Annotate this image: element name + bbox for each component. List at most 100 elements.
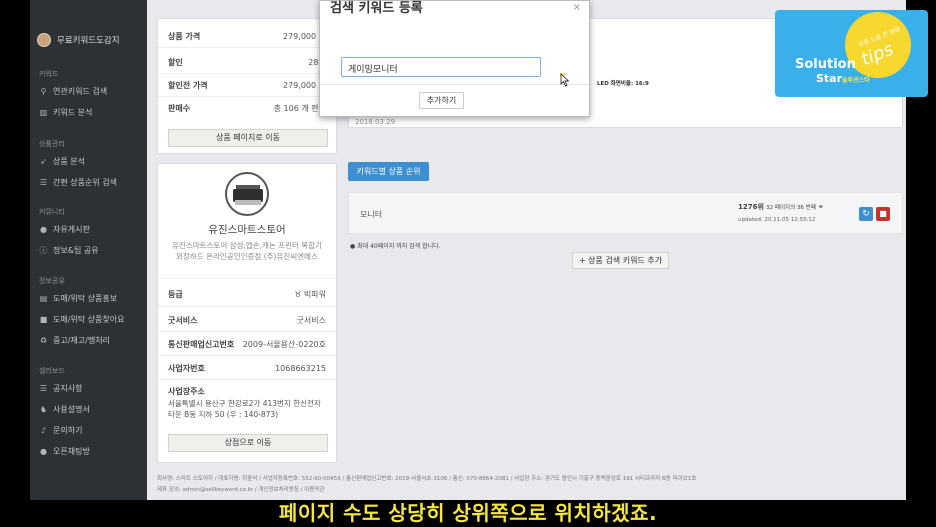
row-key: 굿서비스 [168, 316, 198, 325]
sidebar-section-title: 커뮤니티 [39, 208, 65, 216]
sidebar-item-label: 자유게시판 [53, 225, 90, 234]
sidebar-item-wholesale-find[interactable]: ■ 도매/위탁 상품찾아요 [39, 314, 125, 325]
list-icon: ☰ [39, 384, 48, 393]
sidebar-item-product-analysis[interactable]: ➶ 상품 분석 [39, 156, 85, 167]
sidebar-item-related-keyword[interactable]: ⚲ 연관키워드 검색 [39, 86, 108, 97]
sidebar-item-label: 키워드 분석 [53, 108, 93, 117]
sidebar-item-label: 상품 분석 [53, 157, 85, 166]
store-page-button[interactable]: 상점으로 이동 [168, 434, 328, 452]
row-value: 2009-서울용산-0220호 [242, 340, 326, 349]
divider [158, 331, 336, 332]
row-key: 할인 [168, 58, 183, 67]
add-button[interactable]: 추가하기 [419, 92, 464, 109]
row-key: 할인전 가격 [168, 81, 208, 90]
keyword-rank-row: 모니터 1276위 32 페이지의 36 번째 ⚭ updated: 20.11… [348, 192, 903, 234]
sidebar-section-title: 셀러보드 [39, 367, 65, 375]
sidebar: 무료키워드도감지 키워드 ⚲ 연관키워드 검색 ▥ 키워드 분석 상품관리 ➶ 상품 … [30, 0, 147, 500]
comments-icon: ● [40, 225, 47, 234]
logo-star-small: 솔루션스타 [842, 77, 870, 84]
trash-icon[interactable]: ■ [876, 207, 890, 221]
store-row: 굿서비스 굿서비스 [168, 315, 326, 326]
footer: 회사명: 스마트 스토어지 / 대표자명: 최윤석 / 사업자등록번호: 552… [147, 474, 906, 500]
refresh-icon[interactable]: ↻ [859, 207, 873, 221]
store-icon: ▤ [39, 294, 48, 303]
logo-star-text: Star솔루션스타 [816, 72, 870, 85]
store-row: 사업자번호 1068663215 [168, 363, 326, 374]
divider [158, 306, 336, 307]
badge-icon: ♉ [294, 290, 304, 299]
row-value: 1068663215 [275, 364, 326, 373]
sidebar-item-open-chat[interactable]: ● 오픈채팅방 [39, 446, 90, 457]
sidebar-item-free-board[interactable]: ● 자유게시판 [39, 224, 90, 235]
sidebar-item-wholesale-promo[interactable]: ▤ 도매/위탁 상품홍보 [39, 293, 117, 304]
sidebar-item-rank-search[interactable]: ☰ 간편 상품순위 검색 [39, 177, 117, 188]
product-info-card: 상품 가격 279,000 원 할인 28% 할인전 가격 279,000 원 판매수… [157, 18, 337, 154]
register-date: 2018.03.29 [355, 118, 396, 126]
rocket-icon: ➶ [40, 157, 47, 166]
note-text: 최대 40페이지 까지 검색 합니다. [357, 243, 441, 250]
sidebar-item-label: 사용설명서 [53, 405, 90, 414]
product-row: 상품 가격 279,000 원 [168, 31, 326, 42]
microphone-icon: ♪ [40, 426, 47, 435]
logo-star-word: Star [816, 72, 843, 85]
divider [158, 96, 336, 97]
row-key: 판매수 [168, 104, 191, 113]
store-logo [225, 172, 269, 216]
sidebar-item-inquiry[interactable]: ♪ 문의하기 [39, 425, 83, 436]
sidebar-item-manual[interactable]: ♞ 사용설명서 [39, 404, 90, 415]
store-row: 등급 ♉ 빅파워 [168, 289, 326, 300]
product-row: 판매수 총 106 개 판매 [168, 103, 326, 114]
row-key: 사업자번호 [168, 364, 205, 373]
footer-line: 제휴 문의: admin@sellkeyword.co.kr / 개인정보처리방… [157, 487, 325, 493]
divider [158, 47, 336, 48]
product-page-button[interactable]: 상품 페이지로 이동 [168, 129, 328, 147]
chat-icon: ● [40, 447, 47, 456]
grade-label: 빅파워 [303, 290, 326, 299]
sidebar-item-tips[interactable]: ⓘ 정보&팁 공유 [39, 245, 99, 256]
row-key: 통신판매업신고번호 [168, 340, 235, 349]
info-icon: ⓘ [39, 246, 48, 255]
sidebar-item-label: 공지사항 [53, 384, 83, 393]
sidebar-item-label: 오픈채팅방 [53, 447, 90, 456]
list-icon: ☰ [39, 178, 48, 187]
address-value: 서울특별시 용산구 한강로2가 413번지 한신전자타운 B동 지하 50 (우… [168, 399, 321, 419]
address-label: 사업장주소 [168, 387, 205, 396]
avatar [37, 33, 51, 47]
sidebar-item-label: 중고/재고/땡처리 [53, 336, 110, 345]
row-value: 굿서비스 [296, 316, 326, 325]
store-name: 유진스마트스토어 [208, 224, 286, 236]
divider [320, 84, 589, 85]
sidebar-item-label: 간편 상품순위 검색 [53, 178, 117, 187]
updated-time: updated: 20.11.05 12:55:12 [738, 217, 816, 223]
footer-line: 회사명: 스마트 스토어지 / 대표자명: 최윤석 / 사업자등록번호: 552… [157, 476, 697, 482]
recycle-icon: ♻ [39, 336, 48, 345]
product-row: 할인전 가격 279,000 원 [168, 80, 326, 91]
user-secret-icon: ♞ [39, 405, 48, 414]
logo-solution-text: Solution [795, 57, 856, 72]
rank-detail: 32 페이지의 36 번째 [766, 205, 816, 211]
divider [158, 278, 336, 279]
add-keyword-button[interactable]: + 상품 검색 키워드 추가 [572, 252, 669, 269]
sidebar-user-name: 무료키워드도감지 [57, 36, 120, 46]
close-icon[interactable]: × [573, 2, 581, 13]
sidebar-item-notice[interactable]: ☰ 공지사항 [39, 383, 83, 394]
keyword-label: 모니터 [360, 210, 383, 219]
channel-logo: 작은 도움 큰 변화 tips Solution Star솔루션스타 [775, 10, 928, 97]
sidebar-item-keyword-analysis[interactable]: ▥ 키워드 분석 [39, 107, 93, 118]
sidebar-user[interactable]: 무료키워드도감지 [37, 33, 120, 47]
sidebar-item-label: 연관키워드 검색 [53, 87, 108, 96]
rank-info: 1276위 32 페이지의 36 번째 ⚭ [738, 202, 824, 212]
sidebar-item-used-stock[interactable]: ♻ 중고/재고/땡처리 [39, 335, 110, 346]
sidebar-item-label: 문의하기 [53, 426, 83, 435]
sidebar-section-title: 키워드 [39, 70, 59, 78]
row-value: ♉ 빅파워 [294, 289, 326, 300]
keyword-input[interactable]: 게이밍모니터 [341, 57, 541, 77]
bag-icon: ■ [39, 315, 48, 324]
sidebar-item-label: 정보&팁 공유 [53, 246, 99, 255]
store-description: 유진스마트스토어 삼성,엡손,캐논 프린터 복합기 외장하드 온라인공인인증점 … [172, 241, 322, 261]
keyword-rank-button[interactable]: 키워드별 상품 순위 [348, 162, 429, 181]
bar-chart-icon: ▥ [39, 108, 48, 117]
row-key: 등급 [168, 290, 183, 299]
sidebar-item-label: 도매/위탁 상품찾아요 [53, 315, 125, 324]
link-icon: ⚭ [818, 203, 824, 211]
